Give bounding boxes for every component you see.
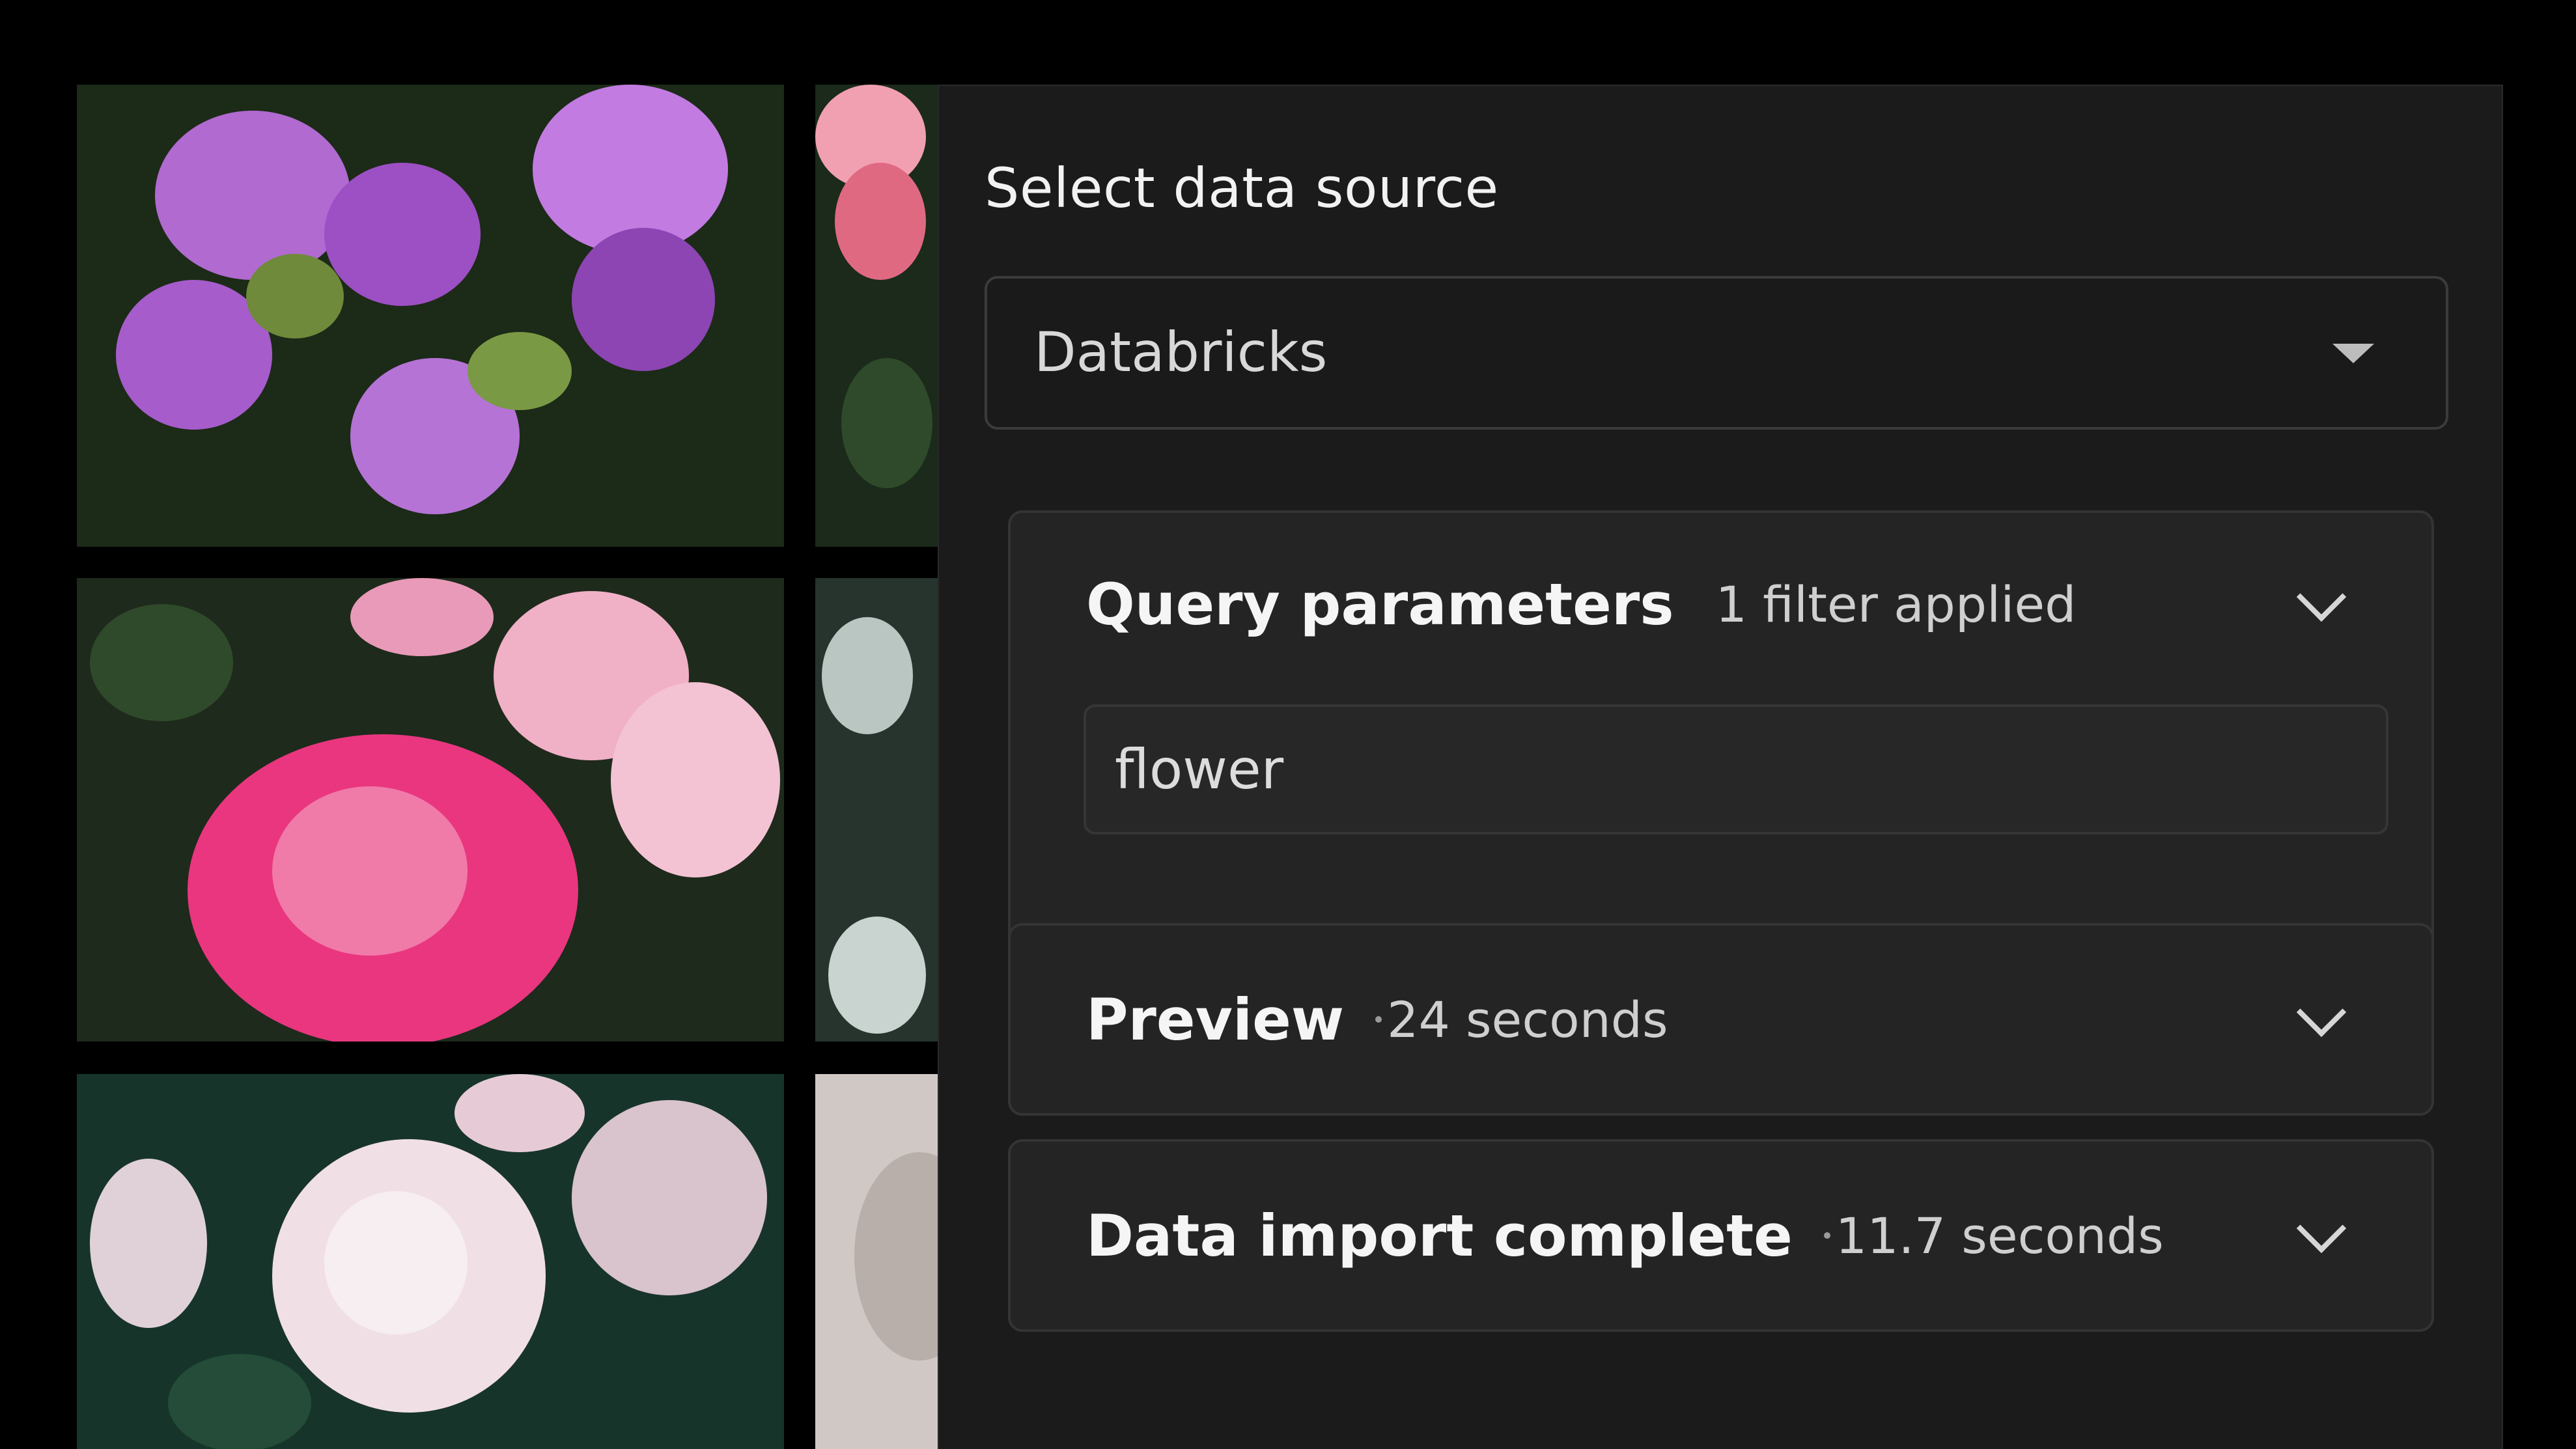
photo-pink-rhododendron [77,578,784,1042]
query-parameters-section: Query parameters 1 filter applied [1008,510,2434,983]
data-import-meta: 11.7 seconds [1823,1206,2164,1265]
separator-dot [1375,1015,1382,1023]
preview-duration: 24 seconds [1387,990,1668,1049]
data-source-select[interactable]: Databricks [985,276,2448,430]
chevron-down-icon[interactable] [2295,993,2347,1045]
separator-dot [1823,1232,1830,1239]
preview-meta: 24 seconds [1375,991,1668,1049]
data-import-duration: 11.7 seconds [1835,1206,2164,1265]
photo-white-flowers-partial [815,578,939,1042]
query-filter-input[interactable] [1084,704,2388,835]
panel-title: Select data source [985,156,1499,220]
query-parameters-meta: 1 filter applied [1715,575,2077,633]
data-source-select-value: Databricks [1034,320,1328,384]
photo-white-rhododendron [77,1074,784,1449]
photo-pink-blossom-partial [815,85,939,547]
data-import-section[interactable]: Data import complete 11.7 seconds [1008,1139,2434,1332]
data-import-header[interactable]: Data import complete 11.7 seconds [1086,1142,2347,1329]
caret-down-icon [2332,344,2374,363]
photo-pale-branch-partial [815,1074,939,1449]
query-parameters-header[interactable]: Query parameters 1 filter applied [1086,513,2347,695]
data-import-title: Data import complete [1086,1202,1793,1269]
preview-title: Preview [1086,986,1345,1053]
photo-purple-rhododendron [77,85,784,547]
preview-section[interactable]: Preview 24 seconds [1008,923,2434,1116]
query-parameters-title: Query parameters [1086,570,1674,638]
chevron-down-icon[interactable] [2295,1209,2347,1262]
chevron-down-icon[interactable] [2295,578,2347,630]
data-source-panel: Select data source Databricks Query para… [938,85,2503,1449]
preview-header[interactable]: Preview 24 seconds [1086,926,2347,1113]
